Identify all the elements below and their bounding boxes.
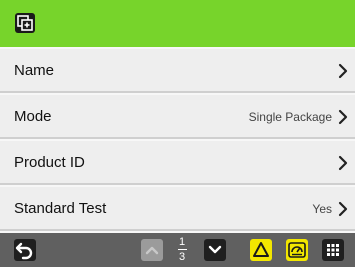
menu-item-label: Standard Test bbox=[14, 200, 107, 217]
header-bar bbox=[0, 0, 355, 47]
menu-item-label: Name bbox=[14, 62, 55, 79]
menu-grid-button[interactable] bbox=[322, 239, 344, 261]
chevron-right-icon bbox=[338, 109, 348, 125]
page-total: 3 bbox=[178, 251, 186, 263]
menu-item-value: Yes bbox=[312, 202, 332, 216]
page-indicator: 1 3 bbox=[170, 236, 194, 264]
menu-item-name[interactable]: Name bbox=[0, 49, 355, 93]
chevron-down-icon bbox=[208, 245, 222, 254]
chevron-right-icon bbox=[338, 155, 348, 171]
chevron-right-icon bbox=[338, 63, 348, 79]
chevron-right-icon bbox=[338, 201, 348, 217]
page-down-button[interactable] bbox=[204, 239, 226, 261]
chevron-up-icon bbox=[145, 246, 159, 255]
grid-icon bbox=[327, 244, 339, 256]
footer-toolbar: 1 3 bbox=[0, 233, 355, 267]
page-current: 1 bbox=[178, 236, 186, 248]
alarm-button[interactable] bbox=[250, 239, 272, 261]
menu-item-value: Single Package bbox=[248, 110, 332, 124]
gauge-button[interactable] bbox=[286, 239, 308, 261]
menu-item-label: Mode bbox=[14, 108, 52, 125]
app-screen: Name Mode Single Package Product ID Stan… bbox=[0, 0, 355, 267]
menu-item-product-id[interactable]: Product ID bbox=[0, 141, 355, 185]
header-copy-button[interactable] bbox=[14, 12, 36, 34]
menu-item-label: Product ID bbox=[14, 154, 85, 171]
gauge-icon bbox=[288, 242, 306, 258]
back-button[interactable] bbox=[14, 239, 36, 261]
menu-item-mode[interactable]: Mode Single Package bbox=[0, 95, 355, 139]
page-up-button[interactable] bbox=[141, 239, 163, 261]
back-icon bbox=[15, 242, 33, 260]
page-divider bbox=[177, 249, 187, 250]
warning-icon bbox=[253, 242, 269, 257]
menu-item-standard-test[interactable]: Standard Test Yes bbox=[0, 187, 355, 231]
copy-icon bbox=[15, 13, 35, 33]
